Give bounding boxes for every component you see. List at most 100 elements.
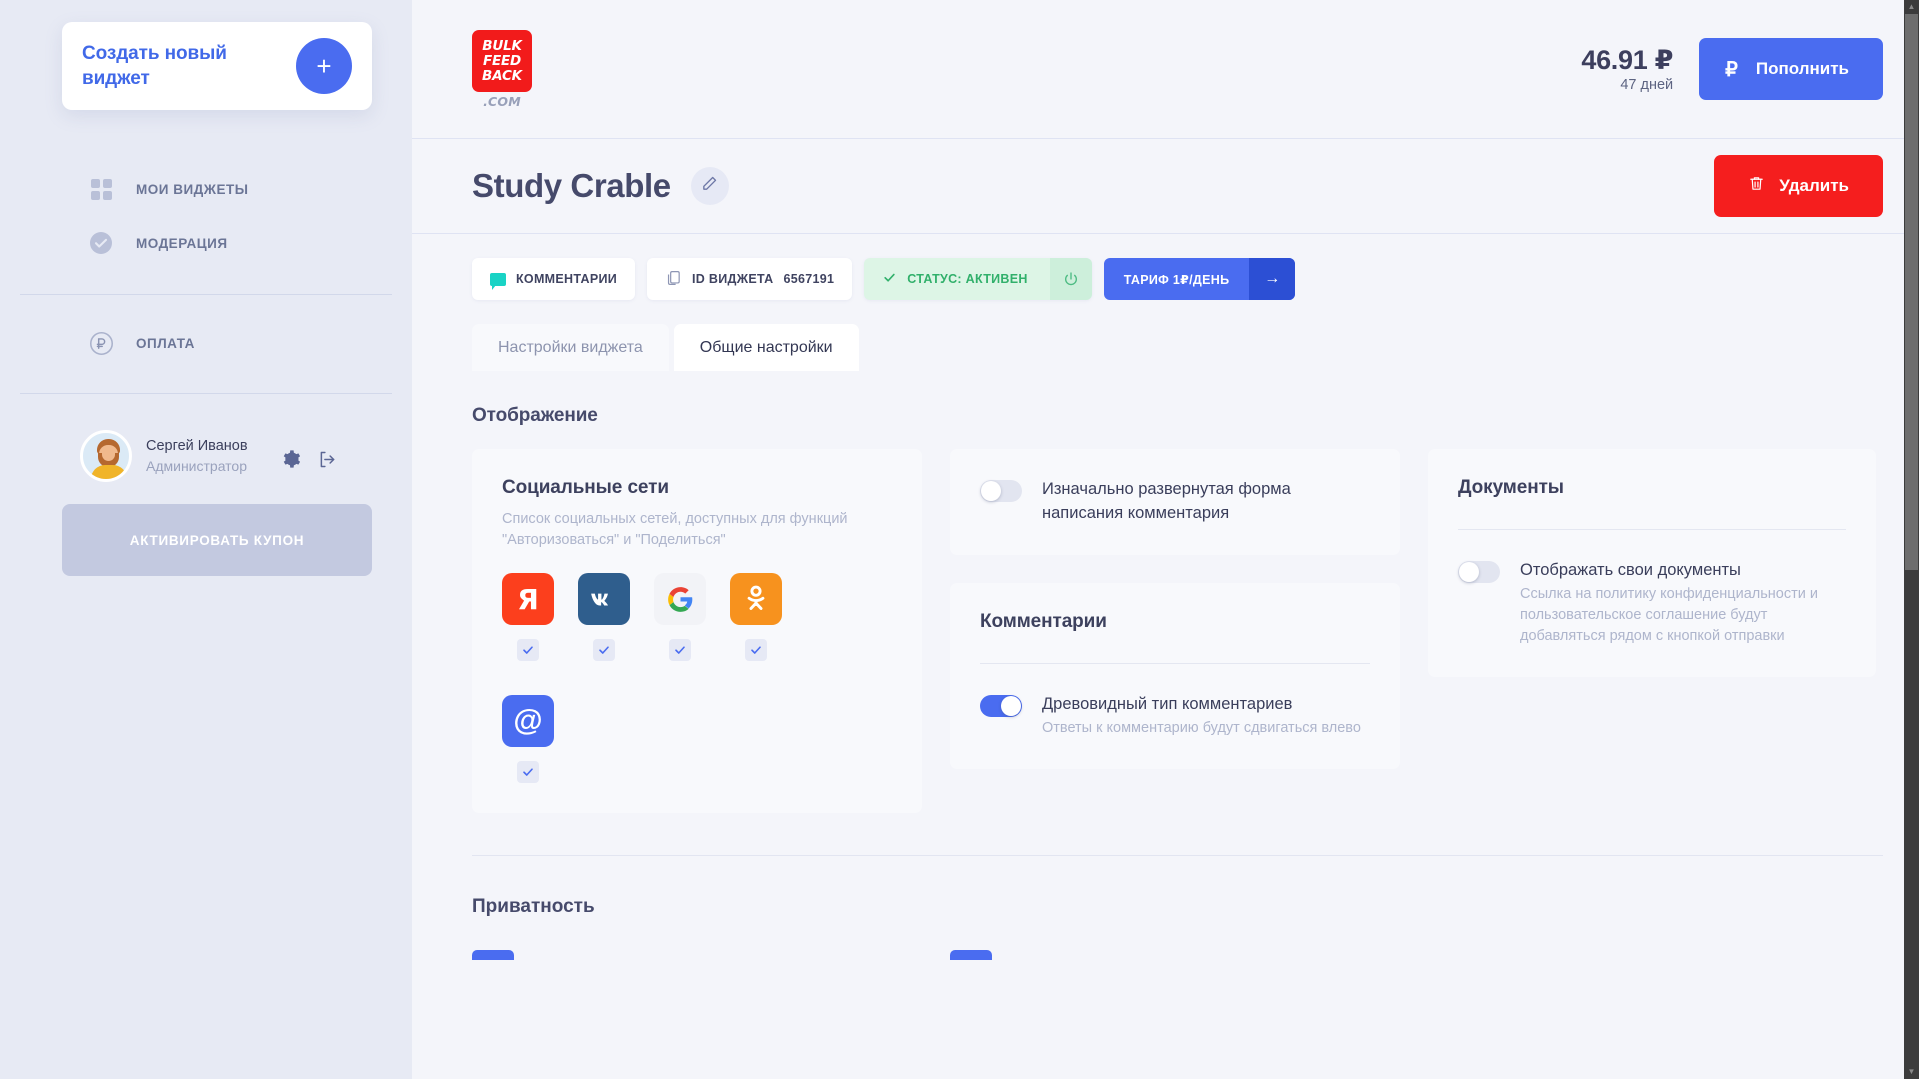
sidebar: Создать новый виджет + МОИ ВИДЖЕТЫ МОДЕР… (0, 0, 412, 1079)
delete-button[interactable]: Удалить (1714, 155, 1883, 217)
arrow-right-icon[interactable]: → (1249, 258, 1296, 300)
check-circle-icon (88, 230, 114, 256)
profile-role: Администратор (146, 458, 248, 474)
social-item-google (654, 573, 706, 661)
privacy-cell-2 (950, 950, 1400, 960)
scrollbar-thumb[interactable] (1905, 14, 1918, 570)
card-social-networks: Социальные сети Список социальных сетей,… (472, 449, 922, 813)
check-icon (882, 271, 897, 287)
pencil-icon (701, 175, 718, 197)
create-widget-label: Создать новый виджет (82, 43, 227, 89)
privacy-cell-1 (472, 950, 922, 960)
vertical-scrollbar[interactable]: ▲ ▼ (1904, 0, 1919, 1079)
scroll-up-arrow-icon[interactable]: ▲ (1904, 0, 1919, 14)
topup-label: Пополнить (1755, 59, 1849, 78)
vk-icon[interactable] (578, 573, 630, 625)
sidebar-divider-1 (20, 294, 392, 295)
settings-grid: Социальные сети Список социальных сетей,… (472, 449, 1883, 813)
comment-bubble-icon (490, 272, 506, 290)
card-title: Комментарии (980, 611, 1107, 632)
setting-text: Отображать свои документы Ссылка на поли… (1520, 558, 1846, 647)
main-area: BULK FEED BACK .COM 46.91 ₽ 47 дней ₽ По… (412, 0, 1919, 1079)
sidebar-nav: МОИ ВИДЖЕТЫ МОДЕРАЦИЯ (0, 162, 412, 270)
sidebar-item-payment[interactable]: ОПЛАТА (0, 317, 412, 369)
social-item-email: @ (502, 695, 554, 783)
setting-expanded-form: Изначально развернутая форма написания к… (980, 477, 1370, 525)
column-right: Документы Отображать свои документы Ссыл… (1428, 449, 1876, 677)
email-icon[interactable]: @ (502, 695, 554, 747)
toggle-expanded-form[interactable] (980, 480, 1022, 502)
card-comments: Комментарии Древовидный тип комментариев… (950, 583, 1400, 769)
copy-icon (665, 269, 682, 290)
logo-line-3: BACK (482, 68, 522, 84)
google-icon[interactable] (654, 573, 706, 625)
toggle-privacy-1[interactable] (472, 950, 514, 960)
chip-widget-id-label: ID ВИДЖЕТА (692, 272, 774, 286)
create-widget-plus-button[interactable]: + (296, 38, 352, 94)
activate-coupon-button[interactable]: АКТИВИРОВАТЬ КУПОН (62, 504, 372, 576)
social-checkbox-odnoklassniki[interactable] (745, 639, 767, 661)
profile-name: Сергей Иванов (146, 438, 248, 454)
power-toggle-button[interactable] (1049, 258, 1092, 300)
setting-label: Древовидный тип комментариев (1042, 695, 1293, 713)
social-checkbox-google[interactable] (669, 639, 691, 661)
logo[interactable]: BULK FEED BACK .COM (472, 29, 532, 109)
create-widget-card[interactable]: Создать новый виджет + (62, 22, 372, 110)
chip-comments[interactable]: КОММЕНТАРИИ (472, 258, 636, 300)
logo-mark: BULK FEED BACK (472, 29, 532, 92)
toggle-show-documents[interactable] (1458, 561, 1500, 583)
chip-widget-id-value: 6567191 (783, 272, 835, 286)
card-title: Социальные сети (502, 477, 669, 498)
social-item-odnoklassniki (730, 573, 782, 661)
gear-icon[interactable] (280, 448, 302, 470)
column-middle: Изначально развернутая форма написания к… (950, 449, 1400, 769)
avatar (80, 430, 132, 482)
chip-tariff-label: ТАРИФ 1₽/ДЕНЬ (1123, 272, 1230, 287)
card-divider (1458, 529, 1846, 530)
grid-icon (88, 176, 114, 202)
top-bar-right: 46.91 ₽ 47 дней ₽ Пополнить (1581, 38, 1883, 100)
sidebar-item-label: МОИ ВИДЖЕТЫ (136, 181, 249, 197)
logo-domain: .COM (483, 93, 521, 109)
tab-bar: Настройки виджета Общие настройки (472, 324, 1883, 371)
tab-widget-settings[interactable]: Настройки виджета (472, 324, 669, 371)
logout-icon[interactable] (316, 448, 338, 470)
tab-general-settings[interactable]: Общие настройки (673, 324, 859, 371)
setting-text: Древовидный тип комментариев Ответы к ко… (1042, 692, 1370, 739)
scroll-down-arrow-icon[interactable]: ▼ (1904, 1065, 1919, 1079)
sidebar-item-moderation[interactable]: МОДЕРАЦИЯ (0, 216, 412, 270)
sidebar-item-label: ОПЛАТА (136, 335, 195, 351)
toggle-tree-comments[interactable] (980, 695, 1022, 717)
chip-tariff[interactable]: ТАРИФ 1₽/ДЕНЬ → (1103, 258, 1296, 300)
profile-text: Сергей Иванов Администратор (146, 436, 412, 476)
content: КОММЕНТАРИИ ID ВИДЖЕТА 6567191 СТАТУС: А… (412, 258, 1919, 960)
edit-title-button[interactable] (690, 167, 729, 205)
section-title-display: Отображение (472, 405, 598, 426)
social-item-yandex: Я (502, 573, 554, 661)
app-root: Создать новый виджет + МОИ ВИДЖЕТЫ МОДЕР… (0, 0, 1919, 1079)
topup-button[interactable]: ₽ Пополнить (1699, 38, 1883, 100)
card-expanded-form: Изначально развернутая форма написания к… (950, 449, 1400, 555)
social-row-1: Я (502, 573, 892, 661)
ruble-circle-icon (88, 330, 114, 356)
social-row-2: @ (502, 695, 892, 783)
chip-row: КОММЕНТАРИИ ID ВИДЖЕТА 6567191 СТАТУС: А… (472, 258, 1883, 300)
setting-label: Изначально развернутая форма написания к… (1042, 480, 1291, 522)
social-item-vk (578, 573, 630, 661)
balance-days: 47 дней (1620, 77, 1674, 93)
chip-widget-id[interactable]: ID ВИДЖЕТА 6567191 (647, 258, 853, 300)
sidebar-item-label: МОДЕРАЦИЯ (136, 235, 228, 251)
title-bar: Study Crable Удалить (412, 139, 1919, 234)
social-checkbox-yandex[interactable] (517, 639, 539, 661)
social-checkbox-vk[interactable] (593, 639, 615, 661)
toggle-privacy-2[interactable] (950, 950, 992, 960)
ruble-icon: ₽ (1725, 58, 1738, 81)
odnoklassniki-icon[interactable] (730, 573, 782, 625)
yandex-icon[interactable]: Я (502, 573, 554, 625)
social-checkbox-email[interactable] (517, 761, 539, 783)
delete-label: Удалить (1779, 176, 1849, 195)
sidebar-item-my-widgets[interactable]: МОИ ВИДЖЕТЫ (0, 162, 412, 216)
setting-show-documents: Отображать свои документы Ссылка на поли… (1458, 558, 1846, 647)
card-title: Документы (1458, 477, 1564, 498)
card-documents: Документы Отображать свои документы Ссыл… (1428, 449, 1876, 677)
